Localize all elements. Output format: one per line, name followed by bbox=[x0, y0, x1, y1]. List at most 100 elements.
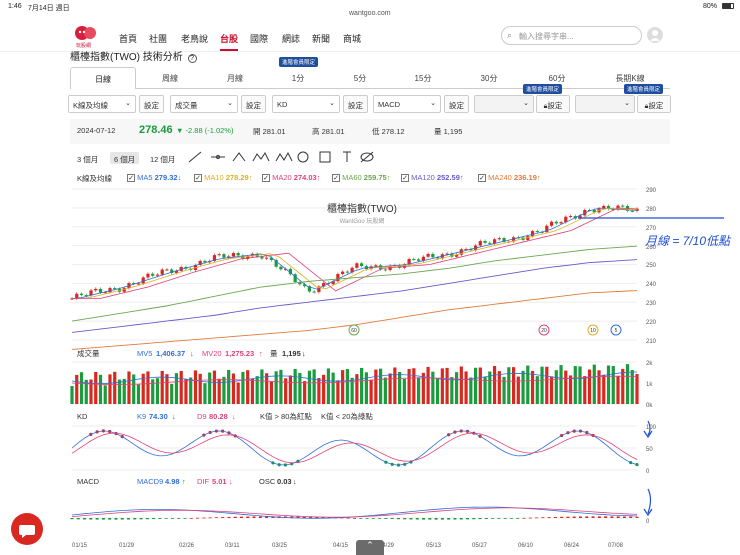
select-kline[interactable]: K線及均線 ⌄ bbox=[68, 95, 136, 113]
volume-bar bbox=[521, 370, 525, 404]
angle-line-icon[interactable] bbox=[232, 152, 246, 162]
wave-tool-icon[interactable] bbox=[252, 152, 270, 162]
osc-bar bbox=[553, 516, 557, 518]
chat-button[interactable] bbox=[11, 513, 43, 545]
ma60-checkbox[interactable]: ✓ bbox=[332, 174, 340, 182]
settings-button-locked-6[interactable]: 🔒︎設定 bbox=[637, 95, 671, 113]
expand-panel-button[interactable]: ⌃ bbox=[356, 540, 384, 555]
nav-shop[interactable]: 商城 bbox=[343, 32, 361, 45]
ma20-name: MA20 bbox=[272, 173, 292, 182]
osc-bar bbox=[183, 518, 187, 519]
candle bbox=[279, 266, 283, 270]
tab-weekly[interactable]: 周線 bbox=[140, 67, 200, 89]
volume-bar bbox=[179, 370, 183, 404]
settings-button-locked-5[interactable]: 🔒︎設定 bbox=[536, 95, 570, 113]
ma240-checkbox[interactable]: ✓ bbox=[478, 174, 486, 182]
volume-bar bbox=[383, 377, 387, 404]
volume-bar bbox=[331, 372, 335, 404]
vol-value: 1,195 bbox=[282, 349, 301, 358]
circle-tool-icon[interactable] bbox=[297, 151, 309, 163]
ma20-checkbox[interactable]: ✓ bbox=[262, 174, 270, 182]
volume-bar bbox=[549, 376, 554, 404]
volume-bar bbox=[450, 377, 454, 404]
volume-bar bbox=[146, 371, 150, 404]
volume-bar bbox=[511, 367, 516, 404]
text-tool-icon[interactable] bbox=[343, 151, 351, 162]
ma5-legend[interactable]: ✓ MA5 279.32↓ bbox=[127, 173, 181, 182]
rectangle-tool-icon[interactable] bbox=[319, 151, 331, 163]
nav-news[interactable]: 新聞 bbox=[312, 32, 330, 45]
tab-30min[interactable]: 30分 bbox=[459, 67, 519, 89]
macd-label: MACD bbox=[77, 477, 100, 486]
settings-button-volume[interactable]: 設定 bbox=[241, 95, 266, 113]
ma120-checkbox[interactable]: ✓ bbox=[401, 174, 409, 182]
pattern-tool-icon[interactable] bbox=[275, 151, 293, 162]
range-12m[interactable]: 12 個月 bbox=[146, 152, 179, 164]
horizontal-line-icon[interactable] bbox=[211, 155, 225, 159]
ma10-checkbox[interactable]: ✓ bbox=[194, 174, 202, 182]
ma10-legend[interactable]: ✓ MA10 278.29↑ bbox=[194, 173, 252, 182]
tab-15min[interactable]: 15分 bbox=[393, 67, 453, 89]
volume-bar bbox=[416, 377, 421, 404]
ma60-legend[interactable]: ✓ MA60 259.75↑ bbox=[332, 173, 390, 182]
wantgoo-logo[interactable] bbox=[73, 24, 99, 42]
stock-chart[interactable]: 櫃檯指數(TWO) WantGoo 玩股網 290 280 270 260 25… bbox=[0, 185, 740, 555]
price-tick: 230 bbox=[646, 301, 657, 307]
osc-bar bbox=[422, 518, 426, 520]
kd-rule-green: K值 < 20為綠點 bbox=[321, 411, 373, 421]
member-badge-1min: 進階會員限定 bbox=[279, 57, 319, 67]
select-macd[interactable]: MACD ⌄ bbox=[373, 95, 441, 113]
quote-low-label: 低 bbox=[372, 127, 380, 136]
nav-tw-stocks[interactable]: 台股 bbox=[220, 32, 238, 45]
range-6m[interactable]: 6 個月 bbox=[110, 152, 140, 164]
volume-bar bbox=[227, 369, 231, 404]
volume-bar bbox=[246, 370, 250, 404]
hide-drawings-icon[interactable] bbox=[360, 151, 374, 163]
select-locked-6[interactable]: ⌄ bbox=[575, 95, 635, 113]
volume-bar bbox=[189, 377, 193, 404]
ma120-legend[interactable]: ✓ MA120 252.59↑ bbox=[401, 173, 464, 182]
ma240-legend[interactable]: ✓ MA240 236.19↑ bbox=[478, 173, 541, 182]
select-volume-value: 成交量 bbox=[175, 101, 198, 110]
settings-button-kline[interactable]: 設定 bbox=[139, 95, 164, 113]
select-locked-5[interactable]: ⌄ bbox=[474, 95, 534, 113]
select-volume[interactable]: 成交量 ⌄ bbox=[170, 95, 238, 113]
trendline-icon[interactable] bbox=[188, 151, 202, 163]
settings-button-kd[interactable]: 設定 bbox=[343, 95, 368, 113]
tab-5min[interactable]: 5分 bbox=[330, 67, 390, 89]
logo-icon bbox=[75, 26, 96, 40]
osc-bar bbox=[214, 517, 218, 519]
nav-veterans[interactable]: 老鳥說 bbox=[181, 32, 208, 45]
settings-button-macd[interactable]: 設定 bbox=[444, 95, 469, 113]
nav-groups[interactable]: 社團 bbox=[149, 32, 167, 45]
dif-arrow: ↓ bbox=[229, 477, 233, 486]
ma5-checkbox[interactable]: ✓ bbox=[127, 174, 135, 182]
volume-bar bbox=[554, 370, 558, 404]
osc-bar bbox=[459, 518, 463, 520]
tab-1min[interactable]: 1分 bbox=[268, 67, 328, 89]
select-kd[interactable]: KD ⌄ bbox=[272, 95, 340, 113]
tab-monthly[interactable]: 月線 bbox=[205, 67, 265, 89]
candle bbox=[416, 259, 421, 261]
search-placeholder: 輸入搜尋字串... bbox=[519, 32, 574, 41]
help-icon[interactable]: ? bbox=[187, 54, 197, 63]
osc-bar bbox=[428, 518, 432, 520]
nav-international[interactable]: 國際 bbox=[250, 32, 268, 45]
osc-bar bbox=[579, 516, 582, 518]
nav-blog[interactable]: 網誌 bbox=[282, 32, 300, 45]
candle bbox=[94, 288, 98, 291]
chart-title: 櫃檯指數(TWO) bbox=[327, 202, 397, 215]
volume-bar bbox=[355, 374, 359, 404]
volume-bar bbox=[374, 369, 378, 404]
ma20-legend[interactable]: ✓ MA20 274.03↑ bbox=[262, 173, 320, 182]
date-tick: 01/29 bbox=[119, 543, 135, 549]
nav-home[interactable]: 首頁 bbox=[119, 32, 137, 45]
range-3m[interactable]: 3 個月 bbox=[73, 152, 102, 164]
search-input[interactable]: ⌕ 輸入搜尋字串... bbox=[501, 26, 642, 45]
volume-label: 成交量 bbox=[77, 348, 100, 358]
tab-daily[interactable]: 日線 bbox=[70, 67, 136, 89]
chevron-down-icon: ⌄ bbox=[227, 100, 233, 107]
volume-bar bbox=[507, 367, 511, 404]
url-bar[interactable]: wantgoo.com bbox=[349, 10, 391, 17]
user-avatar[interactable] bbox=[647, 27, 663, 43]
